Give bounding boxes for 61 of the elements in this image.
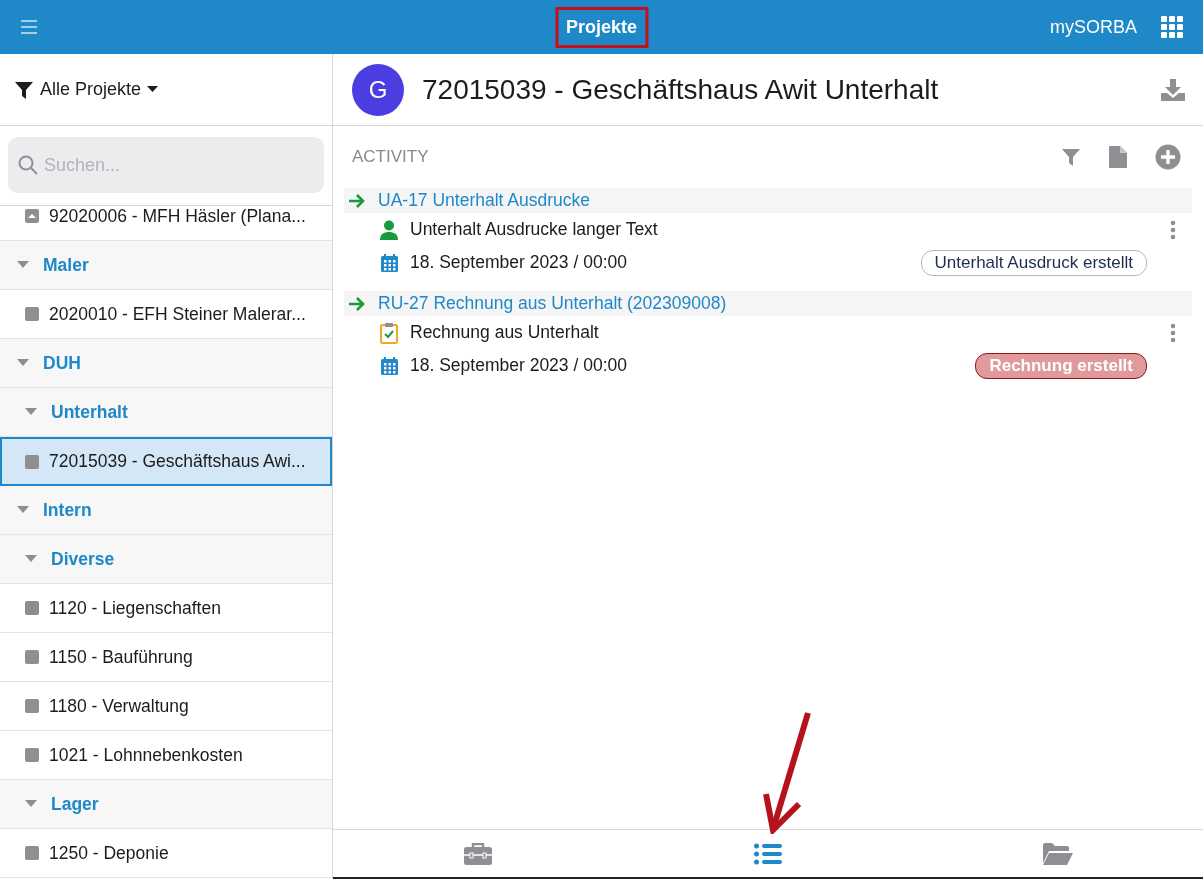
caret-icon (25, 408, 37, 416)
clipboard-check-icon (380, 321, 398, 344)
tree-group[interactable]: Diverse (0, 535, 332, 584)
brand-name: mySORBA (1050, 16, 1137, 38)
status-badge: Unterhalt Ausdruck erstellt (920, 249, 1147, 276)
search-field[interactable]: Suchen... (8, 137, 324, 193)
tree-group[interactable]: DUH (0, 339, 332, 388)
activity-link[interactable]: RU-27 Rechnung aus Unterhalt (202309008) (378, 293, 727, 314)
square-icon (25, 846, 39, 860)
square-icon (25, 699, 39, 713)
group-label: Unterhalt (51, 401, 128, 423)
tree-group[interactable]: Lager (0, 780, 332, 829)
download-icon[interactable] (1161, 78, 1185, 101)
project-avatar: G (352, 63, 404, 116)
square-icon (25, 307, 39, 321)
page-title: Projekte (555, 7, 648, 48)
more-options-icon[interactable] (1170, 322, 1176, 343)
group-label: Diverse (51, 548, 115, 570)
folder-icon (1043, 842, 1073, 865)
more-options-icon[interactable] (1170, 219, 1176, 240)
tree-group[interactable]: Maler (0, 241, 332, 290)
group-label: Lager (51, 793, 99, 815)
tree-group[interactable]: Unterhalt (0, 388, 332, 437)
square-icon (25, 601, 39, 615)
activity-text: Unterhalt Ausdrucke langer Text (410, 219, 658, 240)
square-icon (25, 454, 39, 469)
list-icon (754, 842, 782, 865)
activity-date: 18. September 2023 / 00:00 (410, 252, 627, 273)
section-heading: ACTIVITY (352, 147, 430, 167)
group-label: Maler (43, 254, 89, 276)
search-icon (18, 155, 38, 175)
filter-icon[interactable] (14, 79, 34, 100)
activity-link[interactable]: UA-17 Unterhalt Ausdrucke (378, 190, 591, 211)
group-label: DUH (43, 352, 81, 374)
project-title: 72015039 - Geschäftshaus Awit Unterhalt (422, 73, 940, 106)
document-icon[interactable] (1109, 146, 1127, 168)
menu-icon[interactable] (20, 20, 38, 34)
add-icon[interactable] (1155, 144, 1181, 170)
project-item[interactable]: 72015039 - Geschäftshaus Awi... (0, 437, 332, 486)
caret-icon (17, 261, 29, 269)
caret-icon (17, 506, 29, 514)
filter-dropdown[interactable]: Alle Projekte (40, 79, 142, 100)
project-item[interactable]: 92020006 - MFH Häsler (Plana... (0, 206, 332, 241)
toolbox-icon (464, 842, 492, 865)
arrow-right-icon (348, 296, 366, 311)
caret-icon (25, 800, 37, 808)
apps-grid-icon[interactable] (1161, 16, 1183, 38)
caret-icon (17, 359, 29, 367)
activity-date: 18. September 2023 / 00:00 (410, 355, 627, 376)
calendar-icon (380, 356, 398, 375)
status-badge: Rechnung erstellt (975, 352, 1147, 379)
caret-icon (25, 555, 37, 563)
tree-group[interactable]: Intern (0, 486, 332, 535)
arrow-right-icon (348, 193, 366, 208)
calendar-icon (380, 253, 398, 272)
square-icon (25, 748, 39, 762)
activity-text: Rechnung aus Unterhalt (410, 322, 599, 343)
group-label: Intern (43, 499, 92, 521)
person-icon (380, 219, 398, 240)
caret-icon (147, 86, 159, 93)
square-icon (25, 650, 39, 664)
